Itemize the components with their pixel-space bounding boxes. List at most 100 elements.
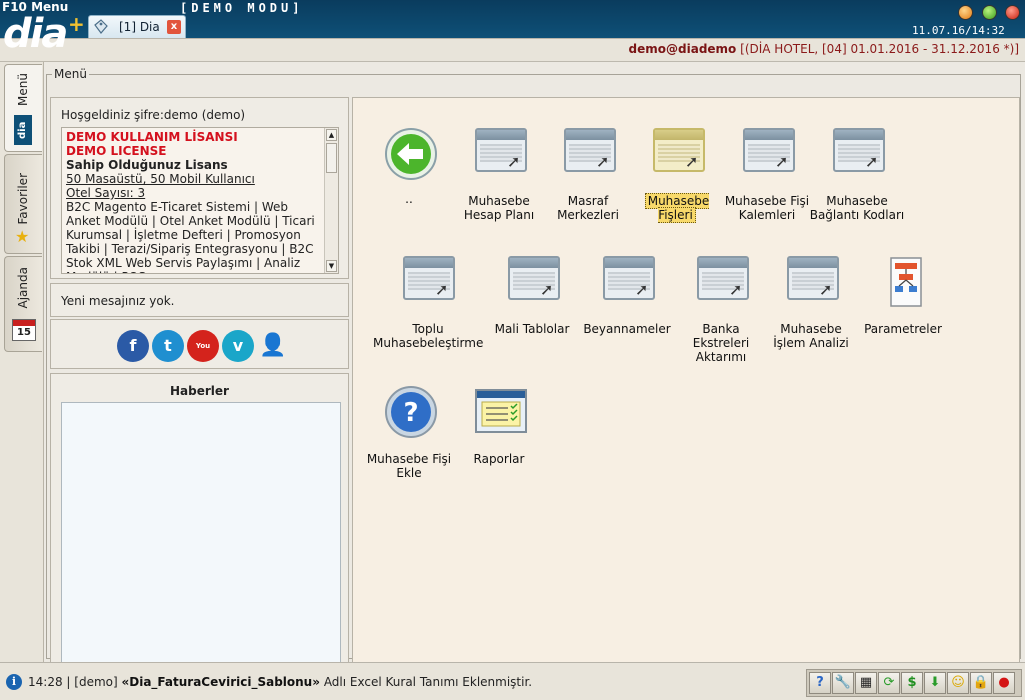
tag-icon xyxy=(94,19,108,34)
status-time: 14:28 xyxy=(28,675,63,689)
status-message: 14:28 | [demo] «Dia_FaturaCevirici_Sablo… xyxy=(28,675,533,689)
back-arrow-icon xyxy=(385,128,437,180)
welcome-panel: Hoşgeldiniz şifre:demo (demo) DEMO KULLA… xyxy=(50,97,349,279)
vimeo-icon[interactable]: v xyxy=(222,330,254,362)
twitter-icon[interactable]: t xyxy=(152,330,184,362)
window-icon: ➚ xyxy=(831,126,887,182)
no-messages-text: Yeni mesajınız yok. xyxy=(61,294,175,308)
dia-logo: dia xyxy=(3,11,68,58)
scroll-down-arrow-icon[interactable]: ▼ xyxy=(326,260,337,272)
calendar-icon: 15 xyxy=(12,319,36,341)
status-text: Adlı Excel Kural Tanımı Eklenmiştir. xyxy=(323,675,533,689)
logo-text: dia xyxy=(3,11,68,57)
svg-text:?: ? xyxy=(403,398,418,428)
maximize-button[interactable] xyxy=(982,5,997,20)
close-window-button[interactable] xyxy=(1005,5,1020,20)
support-user-icon[interactable]: 👤 xyxy=(257,330,289,362)
tab-agenda[interactable]: Ajanda 15 xyxy=(4,256,42,352)
lock-icon[interactable]: 🔒 xyxy=(970,672,992,694)
minimize-button[interactable] xyxy=(958,5,973,20)
refresh-icon[interactable]: ⟳ xyxy=(878,672,900,694)
license-line-2: DEMO LICENSE xyxy=(66,144,167,158)
date-time-display: 11.07.16/14:32 xyxy=(912,24,1005,37)
tab-menu[interactable]: Menü dia xyxy=(4,64,42,152)
license-box: DEMO KULLANIM LİSANSI DEMO LICENSE Sahip… xyxy=(61,127,339,274)
window-icon: ➚ xyxy=(473,126,529,182)
license-line-3: Sahip Olduğunuz Lisans xyxy=(66,158,228,172)
facebook-icon[interactable]: f xyxy=(117,330,149,362)
news-panel: Haberler xyxy=(50,373,349,673)
menu-item-label: .. xyxy=(405,192,413,206)
messages-panel: Yeni mesajınız yok. xyxy=(50,283,349,317)
youtube-icon[interactable]: You Tube xyxy=(187,330,219,382)
tab-favorites-label: Favoriler xyxy=(16,173,30,225)
scroll-up-arrow-icon[interactable]: ▲ xyxy=(326,129,337,141)
tab-dia[interactable]: [1] Dia x xyxy=(88,15,186,38)
news-title: Haberler xyxy=(170,384,229,398)
window-icon: ➚ xyxy=(601,254,657,310)
help-button-icon[interactable]: ? xyxy=(809,672,831,694)
tab-close-icon[interactable]: x xyxy=(167,20,181,34)
toolbar-tray: ? 🔧 ▦ ⟳ $ ⬇ ☺ 🔒 ● xyxy=(806,669,1022,697)
status-user: [demo] xyxy=(74,675,118,689)
menu-item-label: Raporlar xyxy=(473,452,525,466)
demo-mode-title: [DEMO MODU] xyxy=(180,1,304,15)
menu-item-label: Masraf Merkezleri xyxy=(557,194,619,222)
new-tab-plus-icon[interactable]: + xyxy=(68,14,85,34)
report-icon xyxy=(475,389,527,433)
social-panel: f t You Tube v 👤 xyxy=(50,319,349,382)
tab-menu-label: Menü xyxy=(16,73,30,106)
menu-item-label: Muhasebe Fişleri xyxy=(629,193,725,223)
menu-item-label: Muhasebe Hesap Planı xyxy=(463,194,535,222)
window-icon: ➚ xyxy=(741,126,797,182)
scroll-thumb[interactable] xyxy=(326,143,337,173)
menu-item-label: Mali Tablolar xyxy=(494,322,570,336)
license-modules: B2C Magento E-Ticaret Sistemi | Web Anke… xyxy=(66,200,315,273)
title-bar: F10 Menu dia + [1] Dia x [DEMO MODU] 11.… xyxy=(0,0,1025,54)
tab-favorites[interactable]: Favoriler ★ xyxy=(4,154,42,254)
side-tabs: Menü dia Favoriler ★ Ajanda 15 xyxy=(0,62,44,662)
menu-item-label: Muhasebe Fişi Kalemleri xyxy=(724,194,810,222)
info-icon: i xyxy=(6,674,22,690)
star-icon: ★ xyxy=(15,227,30,246)
menu-frame: Hoşgeldiniz şifre:demo (demo) DEMO KULLA… xyxy=(46,74,1021,673)
main-area: Hoşgeldiniz şifre:demo (demo) DEMO KULLA… xyxy=(44,62,1025,673)
window-icon: ➚ xyxy=(785,254,841,310)
window-icon: ➚ xyxy=(562,126,618,182)
calendar-day: 15 xyxy=(17,327,31,338)
license-scrollbar[interactable]: ▲ ▼ xyxy=(324,128,338,273)
calculator-icon[interactable]: ▦ xyxy=(855,672,877,694)
menu-item-label: Banka Ekstreleri Aktarımı xyxy=(692,322,750,364)
status-template: «Dia_FaturaCevirici_Sablonu» xyxy=(121,675,320,689)
welcome-text: Hoşgeldiniz şifre:demo (demo) xyxy=(61,108,246,122)
user-context: demo@diademo [(DİA HOTEL, [04] 01.01.201… xyxy=(629,42,1019,56)
menu-item-label: Muhasebe Fişi Ekle xyxy=(366,452,452,480)
user-name: demo@diademo xyxy=(628,42,737,56)
smiley-icon[interactable]: ☺ xyxy=(947,672,969,694)
window-icon: ➚ xyxy=(695,254,751,310)
status-bar: i 14:28 | [demo] «Dia_FaturaCevirici_Sab… xyxy=(0,662,1025,700)
license-line-5: Otel Sayısı: 3 xyxy=(66,186,146,200)
menu-item-label: Muhasebe İşlem Analizi xyxy=(773,322,849,350)
license-line-4: 50 Masaüstü, 50 Mobil Kullanıcı xyxy=(66,172,255,186)
company-period: [(DİA HOTEL, [04] 01.01.2016 - 31.12.201… xyxy=(740,42,1019,56)
menu-item-label: Beyannameler xyxy=(583,322,671,336)
tools-wrench-icon[interactable]: 🔧 xyxy=(832,672,854,694)
user-context-bar: demo@diademo [(DİA HOTEL, [04] 01.01.201… xyxy=(0,38,1025,62)
parameters-icon xyxy=(890,257,922,307)
window-icon: ➚ xyxy=(506,254,562,310)
window-icon: ➚ xyxy=(401,254,457,310)
power-off-icon[interactable]: ● xyxy=(993,672,1015,694)
news-list[interactable] xyxy=(61,402,341,668)
download-icon[interactable]: ⬇ xyxy=(924,672,946,694)
menu-icon-area: .. ➚ Muhasebe Hesap Planı ➚ Masraf Merke… xyxy=(352,97,1020,670)
currency-icon[interactable]: $ xyxy=(901,672,923,694)
menu-item-label: Toplu Muhasebeleştirme xyxy=(373,322,484,350)
menu-item-label: Muhasebe Bağlantı Kodları xyxy=(809,194,905,222)
menu-item-label: Parametreler xyxy=(864,322,942,336)
license-line-1: DEMO KULLANIM LİSANSI xyxy=(66,130,238,144)
menu-group-title: Menü xyxy=(52,67,89,81)
tab-label: [1] Dia xyxy=(119,20,160,34)
tab-agenda-label: Ajanda xyxy=(16,267,30,309)
help-icon: ? xyxy=(385,386,437,438)
